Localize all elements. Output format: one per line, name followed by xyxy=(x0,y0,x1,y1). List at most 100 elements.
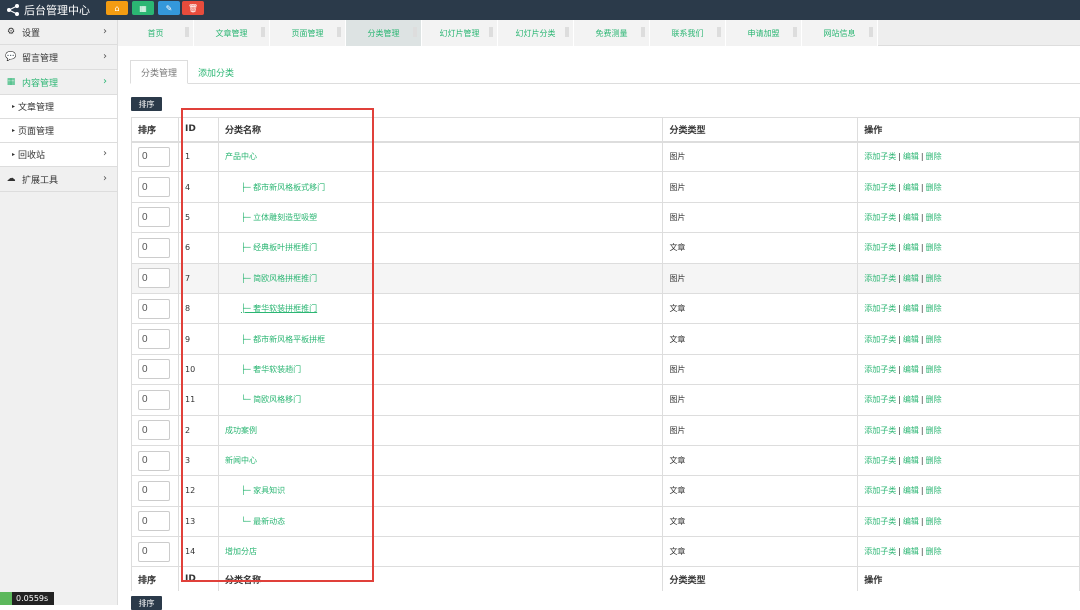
category-name-link[interactable]: 新闻中心 xyxy=(225,456,257,465)
sort-order-input[interactable] xyxy=(138,207,170,228)
sort-order-input[interactable] xyxy=(138,541,170,562)
sort-button[interactable]: 排序 xyxy=(131,97,162,111)
add-child-link[interactable]: 添加子类 xyxy=(864,152,896,161)
edit-link[interactable]: 编辑 xyxy=(903,304,919,313)
sort-order-input[interactable] xyxy=(138,450,170,471)
delete-link[interactable]: 删除 xyxy=(926,152,942,161)
sidebar-subitem-pages[interactable]: ▸ 页面管理 xyxy=(0,119,117,143)
tab-close-icon[interactable] xyxy=(793,27,797,37)
delete-link[interactable]: 删除 xyxy=(926,304,942,313)
edit-link[interactable]: 编辑 xyxy=(903,365,919,374)
category-name-link[interactable]: ├─ 家具知识 xyxy=(241,486,285,495)
sidebar-subitem-recycle[interactable]: ▸ 回收站 › xyxy=(0,143,117,167)
delete-link[interactable]: 删除 xyxy=(926,395,942,404)
add-child-link[interactable]: 添加子类 xyxy=(864,365,896,374)
sort-order-input[interactable] xyxy=(138,298,170,319)
add-child-link[interactable]: 添加子类 xyxy=(864,486,896,495)
brand[interactable]: 后台管理中心 xyxy=(6,0,90,20)
edit-link[interactable]: 编辑 xyxy=(903,274,919,283)
tab-4[interactable]: 幻灯片管理 xyxy=(422,20,498,46)
category-name-link[interactable]: ├─ 立体雕刻造型吸塑 xyxy=(241,213,317,222)
tab-close-icon[interactable] xyxy=(413,27,417,37)
sort-order-input[interactable] xyxy=(138,177,170,198)
delete-link[interactable]: 删除 xyxy=(926,274,942,283)
edit-link[interactable]: 编辑 xyxy=(903,547,919,556)
edit-button[interactable]: ✎ xyxy=(158,1,180,15)
sidebar-item-tools[interactable]: ☁ 扩展工具 › xyxy=(0,167,117,192)
tab-8[interactable]: 申请加盟 xyxy=(726,20,802,46)
category-name-link[interactable]: ├─ 简欧风格拼框推门 xyxy=(241,274,317,283)
tab-close-icon[interactable] xyxy=(717,27,721,37)
category-name-link[interactable]: └─ 简欧风格移门 xyxy=(241,395,301,404)
category-name-link[interactable]: 产品中心 xyxy=(225,152,257,161)
tab-9[interactable]: 网站信息 xyxy=(802,20,878,46)
add-child-link[interactable]: 添加子类 xyxy=(864,456,896,465)
edit-link[interactable]: 编辑 xyxy=(903,183,919,192)
edit-link[interactable]: 编辑 xyxy=(903,517,919,526)
add-child-link[interactable]: 添加子类 xyxy=(864,335,896,344)
add-child-link[interactable]: 添加子类 xyxy=(864,395,896,404)
sort-order-input[interactable] xyxy=(138,268,170,289)
category-name-link[interactable]: ├─ 经典板叶拼框推门 xyxy=(241,243,317,252)
add-child-link[interactable]: 添加子类 xyxy=(864,213,896,222)
edit-link[interactable]: 编辑 xyxy=(903,213,919,222)
tab-1[interactable]: 文章管理 xyxy=(194,20,270,46)
sort-order-input[interactable] xyxy=(138,420,170,441)
delete-link[interactable]: 删除 xyxy=(926,213,942,222)
sort-button-bottom[interactable]: 排序 xyxy=(131,596,162,610)
tab-0[interactable]: 首页 xyxy=(118,20,194,46)
add-child-link[interactable]: 添加子类 xyxy=(864,183,896,192)
add-child-link[interactable]: 添加子类 xyxy=(864,243,896,252)
tab-close-icon[interactable] xyxy=(185,27,189,37)
tab-5[interactable]: 幻灯片分类 xyxy=(498,20,574,46)
tab-7[interactable]: 联系我们 xyxy=(650,20,726,46)
category-name-link[interactable]: ├─ 都市新风格平板拼框 xyxy=(241,335,325,344)
edit-link[interactable]: 编辑 xyxy=(903,456,919,465)
edit-link[interactable]: 编辑 xyxy=(903,426,919,435)
trash-button[interactable]: 🗑 xyxy=(182,1,204,15)
delete-link[interactable]: 删除 xyxy=(926,426,942,435)
delete-link[interactable]: 删除 xyxy=(926,486,942,495)
delete-link[interactable]: 删除 xyxy=(926,243,942,252)
category-name-link[interactable]: ├─ 奢华软装拼框推门 xyxy=(241,304,317,313)
tab-close-icon[interactable] xyxy=(337,27,341,37)
edit-link[interactable]: 编辑 xyxy=(903,243,919,252)
delete-link[interactable]: 删除 xyxy=(926,517,942,526)
tab-close-icon[interactable] xyxy=(261,27,265,37)
sidebar-subitem-articles[interactable]: ▸ 文章管理 xyxy=(0,95,117,119)
sort-order-input[interactable] xyxy=(138,237,170,258)
home-button[interactable]: ⌂ xyxy=(106,1,128,15)
sort-order-input[interactable] xyxy=(138,389,170,410)
tab-3[interactable]: 分类管理 xyxy=(346,20,422,46)
tab-2[interactable]: 页面管理 xyxy=(270,20,346,46)
tab-close-icon[interactable] xyxy=(489,27,493,37)
tab-category-manage[interactable]: 分类管理 xyxy=(130,60,189,84)
category-name-link[interactable]: 增加分店 xyxy=(225,547,257,556)
tab-6[interactable]: 免费测量 xyxy=(574,20,650,46)
add-child-link[interactable]: 添加子类 xyxy=(864,547,896,556)
category-name-link[interactable]: 成功案例 xyxy=(225,426,257,435)
sort-order-input[interactable] xyxy=(138,329,170,350)
delete-link[interactable]: 删除 xyxy=(926,547,942,556)
grid-button[interactable]: ▦ xyxy=(132,1,154,15)
sort-order-input[interactable] xyxy=(138,146,170,167)
add-child-link[interactable]: 添加子类 xyxy=(864,274,896,283)
tab-close-icon[interactable] xyxy=(869,27,873,37)
sort-order-input[interactable] xyxy=(138,480,170,501)
category-name-link[interactable]: ├─ 奢华软装趟门 xyxy=(241,365,301,374)
edit-link[interactable]: 编辑 xyxy=(903,335,919,344)
tab-close-icon[interactable] xyxy=(641,27,645,37)
add-child-link[interactable]: 添加子类 xyxy=(864,304,896,313)
edit-link[interactable]: 编辑 xyxy=(903,486,919,495)
delete-link[interactable]: 删除 xyxy=(926,183,942,192)
edit-link[interactable]: 编辑 xyxy=(903,395,919,404)
add-child-link[interactable]: 添加子类 xyxy=(864,517,896,526)
edit-link[interactable]: 编辑 xyxy=(903,152,919,161)
delete-link[interactable]: 删除 xyxy=(926,365,942,374)
delete-link[interactable]: 删除 xyxy=(926,335,942,344)
sidebar-item-settings[interactable]: ⚙ 设置 › xyxy=(0,20,117,45)
sidebar-item-content[interactable]: ▦ 内容管理 › xyxy=(0,70,117,95)
category-name-link[interactable]: └─ 最新动态 xyxy=(241,517,285,526)
tab-add-category[interactable]: 添加分类 xyxy=(188,60,244,84)
sort-order-input[interactable] xyxy=(138,511,170,532)
